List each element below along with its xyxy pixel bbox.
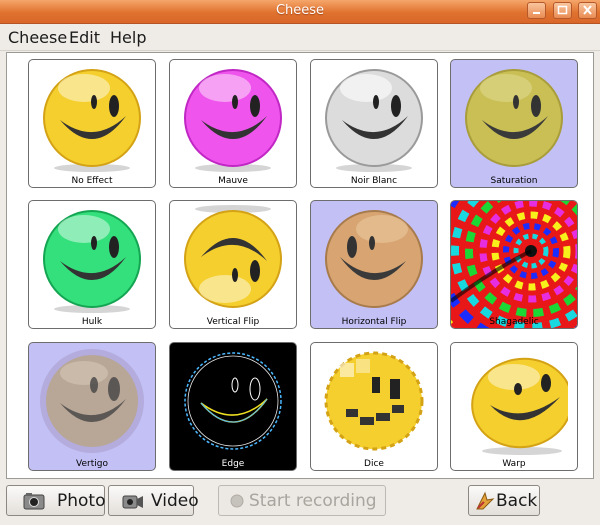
effect-label: Horizontal Flip [341, 317, 407, 327]
smiley-icon [325, 69, 423, 172]
minimize-icon [533, 12, 540, 14]
photo-label: Photo [57, 491, 106, 511]
photo-button[interactable]: Photo [6, 485, 106, 516]
psychedelic-swirl-icon [451, 201, 577, 328]
effect-horizontal-flip[interactable]: Horizontal Flip [310, 200, 438, 329]
smiley-icon [184, 205, 282, 308]
effect-label: No Effect [71, 176, 113, 186]
minimize-button[interactable] [527, 2, 546, 19]
maximize-icon [557, 5, 568, 15]
start-recording-button[interactable]: Start recording [218, 485, 386, 516]
effect-shagadelic[interactable]: Shagadelic [450, 200, 578, 329]
edge-outline-smiley-icon [184, 352, 282, 450]
back-arrow-icon [476, 491, 495, 510]
effect-dice[interactable]: Dice [310, 342, 438, 471]
effect-noir-blanc[interactable]: Noir Blanc [310, 59, 438, 188]
effect-edge[interactable]: Edge [169, 342, 297, 471]
smiley-icon [465, 69, 563, 167]
effect-label: Mauve [218, 176, 248, 186]
effect-hulk[interactable]: Hulk [28, 200, 156, 329]
effect-label: Hulk [81, 317, 103, 327]
warped-smiley-icon [471, 357, 568, 455]
effect-warp[interactable]: Warp [450, 342, 578, 471]
video-camera-icon [122, 495, 143, 509]
record-icon [230, 494, 244, 508]
effect-no-effect[interactable]: No Effect [28, 59, 156, 188]
effect-label: Noir Blanc [350, 176, 398, 186]
title-bar: Cheese [0, 0, 600, 24]
camera-icon [23, 493, 45, 510]
smiley-icon [43, 210, 141, 313]
effect-label: Warp [502, 459, 526, 469]
effect-vertigo[interactable]: Vertigo [28, 342, 156, 471]
effect-label: Saturation [490, 176, 538, 186]
close-button[interactable] [578, 2, 597, 19]
video-label: Video [151, 491, 199, 511]
effect-label: Vertical Flip [206, 317, 260, 327]
effect-label: Vertigo [76, 459, 108, 469]
smiley-icon [40, 349, 144, 453]
video-button[interactable]: Video [108, 485, 199, 516]
menu-cheese[interactable]: Cheese [8, 28, 67, 47]
maximize-button[interactable] [553, 2, 572, 19]
dice-smiley-icon [324, 351, 424, 451]
back-button[interactable]: Back [468, 485, 540, 516]
effect-vertical-flip[interactable]: Vertical Flip [169, 200, 297, 329]
menu-help[interactable]: Help [110, 28, 146, 47]
effect-saturation[interactable]: Saturation [450, 59, 578, 188]
effect-label: Dice [364, 459, 384, 469]
smiley-icon [43, 69, 141, 172]
start-recording-label: Start recording [249, 491, 377, 511]
effects-grid: No Effect Mauve Noir Blanc Saturation Hu… [6, 52, 594, 479]
effect-mauve[interactable]: Mauve [169, 59, 297, 188]
effect-label: Edge [221, 459, 245, 469]
menu-bar: Cheese Edit Help [0, 24, 600, 51]
close-icon [583, 5, 592, 15]
window-title: Cheese [275, 3, 325, 18]
back-label: Back [496, 491, 538, 511]
menu-edit[interactable]: Edit [69, 28, 100, 47]
effect-label: Shagadelic [489, 317, 539, 327]
smiley-icon [325, 210, 423, 308]
smiley-icon [184, 69, 282, 172]
